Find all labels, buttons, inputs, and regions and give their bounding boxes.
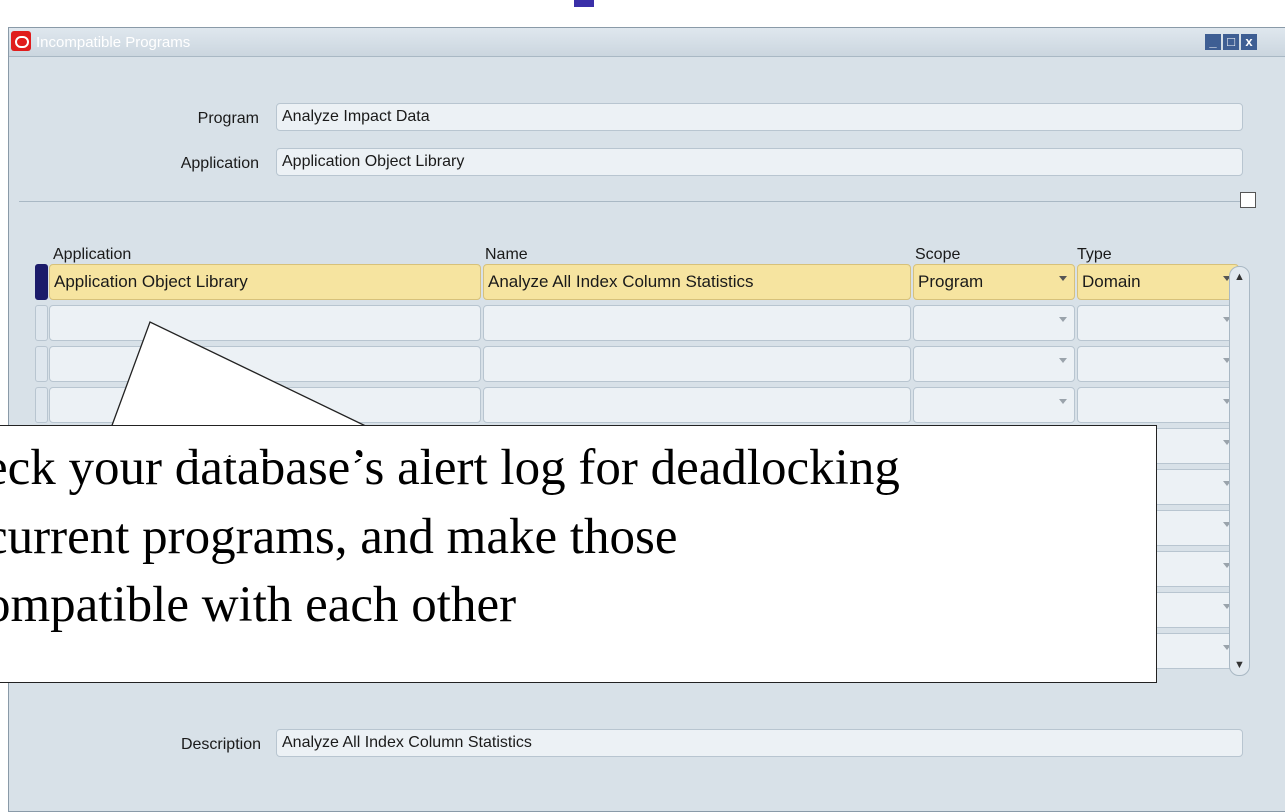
close-icon[interactable]: x [1241, 34, 1257, 50]
row-indicator[interactable] [35, 264, 48, 300]
cell-application[interactable] [49, 346, 481, 382]
dropdown-arrow-icon[interactable] [1059, 317, 1067, 322]
dropdown-arrow-icon[interactable] [1059, 276, 1067, 281]
minimize-icon[interactable]: _ [1205, 34, 1221, 50]
description-label: Description [180, 736, 261, 753]
column-header-name: Name [485, 246, 528, 263]
row-indicator[interactable] [35, 305, 48, 341]
column-header-application: Application [53, 246, 132, 263]
title-bar: Incompatible Programs _ □ x [9, 28, 1285, 57]
callout-pointer-join [101, 457, 431, 459]
cell-application[interactable]: Application Object Library [49, 264, 481, 300]
cell-application[interactable] [49, 305, 481, 341]
program-label: Program [197, 110, 259, 127]
multi-row-checkbox[interactable] [1240, 192, 1256, 208]
column-header-scope: Scope [915, 246, 961, 263]
oracle-logo-icon [11, 31, 31, 51]
column-header-type: Type [1077, 246, 1112, 263]
dropdown-arrow-icon[interactable] [1059, 399, 1067, 404]
callout-line-1: eck your database’s alert log for deadlo… [0, 440, 900, 496]
scroll-down-icon[interactable]: ▼ [1231, 657, 1248, 673]
cell-scope[interactable] [913, 346, 1075, 382]
cell-name[interactable] [483, 305, 911, 341]
callout-line-3: ompatible with each other [0, 577, 517, 633]
callout-line-2: current programs, and make those [0, 509, 678, 565]
slide-title-fragment [574, 0, 594, 7]
cell-scope[interactable] [913, 387, 1075, 423]
callout-box: eck your database’s alert log for deadlo… [0, 425, 1157, 683]
cell-name[interactable] [483, 346, 911, 382]
application-field[interactable]: Application Object Library [276, 148, 1243, 176]
cell-application[interactable] [49, 387, 481, 423]
section-divider [19, 201, 1244, 202]
program-field[interactable]: Analyze Impact Data [276, 103, 1243, 131]
cell-type[interactable] [1077, 346, 1239, 382]
cell-name[interactable]: Analyze All Index Column Statistics [483, 264, 911, 300]
incompatible-programs-window: Incompatible Programs _ □ x Program Anal… [8, 27, 1285, 812]
row-indicator[interactable] [35, 387, 48, 423]
vertical-scrollbar[interactable]: ▲ ▼ [1229, 266, 1250, 676]
cell-scope[interactable]: Program [913, 264, 1075, 300]
application-label: Application [180, 155, 259, 172]
window-title: Incompatible Programs [36, 34, 191, 51]
cell-scope[interactable] [913, 305, 1075, 341]
maximize-icon[interactable]: □ [1223, 34, 1239, 50]
cell-name[interactable] [483, 387, 911, 423]
cell-type[interactable] [1077, 305, 1239, 341]
window-controls: _ □ x [1205, 34, 1257, 50]
cell-type[interactable] [1077, 387, 1239, 423]
scroll-up-icon[interactable]: ▲ [1231, 269, 1248, 285]
dropdown-arrow-icon[interactable] [1059, 358, 1067, 363]
description-field[interactable]: Analyze All Index Column Statistics [276, 729, 1243, 757]
row-indicator[interactable] [35, 346, 48, 382]
cell-type[interactable]: Domain [1077, 264, 1239, 300]
